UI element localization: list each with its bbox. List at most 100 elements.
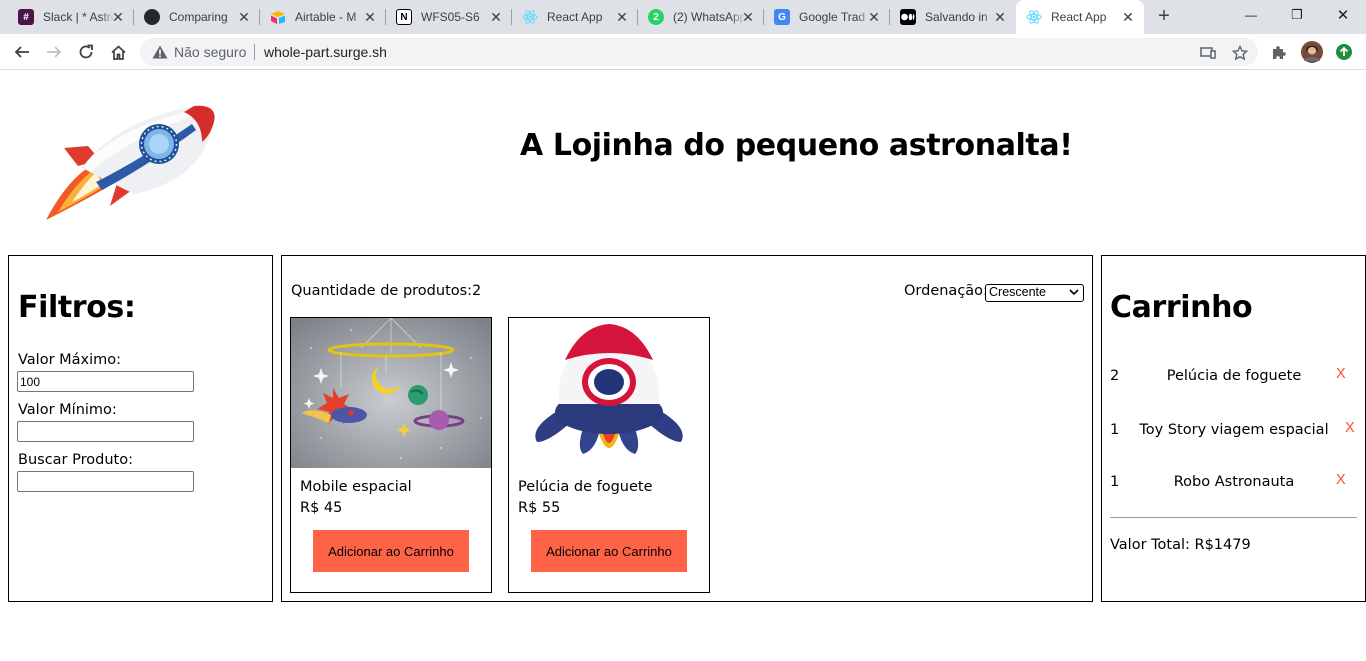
github-icon bbox=[144, 9, 160, 25]
close-tab-icon[interactable]: ✕ bbox=[866, 9, 882, 25]
arrow-right-icon bbox=[47, 46, 62, 58]
filters-heading: Filtros: bbox=[18, 290, 136, 325]
product-price: R$ 55 bbox=[518, 500, 561, 516]
product-price: R$ 45 bbox=[300, 500, 343, 516]
react-icon bbox=[522, 9, 538, 25]
cart-item-name: Toy Story viagem espacial bbox=[1139, 422, 1329, 438]
url-text[interactable]: whole-part.surge.sh bbox=[264, 44, 387, 60]
close-tab-icon[interactable]: ✕ bbox=[362, 9, 378, 25]
profile-button[interactable] bbox=[1299, 39, 1325, 65]
page-content: A Lojinha do pequeno astronalta! Filtros… bbox=[0, 70, 1366, 661]
avatar bbox=[1301, 41, 1323, 63]
product-name: Pelúcia de foguete bbox=[518, 479, 653, 495]
warning-icon bbox=[152, 45, 168, 59]
tab-title: React App bbox=[1051, 10, 1107, 24]
cart-heading: Carrinho bbox=[1110, 290, 1253, 325]
min-value-label: Valor Mínimo: bbox=[18, 402, 117, 418]
cart-item-quantity: 2 bbox=[1110, 368, 1120, 384]
add-to-cart-button[interactable]: Adicionar ao Carrinho bbox=[313, 530, 469, 572]
rocket-logo bbox=[44, 102, 220, 226]
arrow-left-icon bbox=[14, 46, 29, 58]
close-tab-icon[interactable]: ✕ bbox=[614, 9, 630, 25]
tab-title: Slack | * Astro bbox=[43, 10, 115, 24]
remove-item-button[interactable]: X bbox=[1336, 472, 1346, 488]
browser-tab-github[interactable]: Comparing ✕ bbox=[134, 0, 260, 34]
cart-item-quantity: 1 bbox=[1110, 474, 1120, 490]
search-product-label: Buscar Produto: bbox=[18, 452, 133, 468]
airtable-icon bbox=[270, 9, 286, 25]
reload-button[interactable] bbox=[73, 39, 99, 65]
sort-select[interactable]: Crescente bbox=[985, 284, 1084, 302]
product-card: Pelúcia de foguete R$ 55 Adicionar ao Ca… bbox=[508, 317, 710, 593]
cart-panel: Carrinho 2 Pelúcia de foguete X 1 Toy St… bbox=[1101, 255, 1366, 602]
close-tab-icon[interactable]: ✕ bbox=[110, 9, 126, 25]
browser-toolbar: Não seguro whole-part.surge.sh bbox=[0, 34, 1366, 70]
tab-title: Comparing bbox=[169, 10, 228, 24]
remove-item-button[interactable]: X bbox=[1345, 420, 1355, 436]
puzzle-icon bbox=[1273, 46, 1286, 59]
new-tab-button[interactable]: + bbox=[1153, 6, 1175, 28]
tab-title: Airtable - M bbox=[295, 10, 357, 24]
chevron-down-icon bbox=[1069, 289, 1079, 296]
close-window-button[interactable]: ✕ bbox=[1320, 0, 1366, 30]
sort-select-value: Crescente bbox=[989, 285, 1046, 299]
page-title: A Lojinha do pequeno astronalta! bbox=[520, 128, 1073, 163]
extensions-button[interactable] bbox=[1266, 39, 1292, 65]
max-value-input[interactable] bbox=[17, 371, 194, 392]
close-tab-icon[interactable]: ✕ bbox=[236, 9, 252, 25]
add-to-cart-button[interactable]: Adicionar ao Carrinho bbox=[531, 530, 687, 572]
tab-title: WFS05-S6 bbox=[421, 10, 480, 24]
filters-panel: Filtros: Valor Máximo: Valor Mínimo: Bus… bbox=[8, 255, 273, 602]
browser-tab-notion[interactable]: N WFS05-S6 ✕ bbox=[386, 0, 512, 34]
tab-title: (2) WhatsApp bbox=[673, 10, 745, 24]
sort-label: Ordenação: bbox=[904, 283, 988, 299]
slack-icon: # bbox=[18, 9, 34, 25]
cart-item-name: Pelúcia de foguete bbox=[1166, 368, 1302, 384]
browser-tab-whatsapp[interactable]: 2 (2) WhatsApp ✕ bbox=[638, 0, 764, 34]
browser-tab-airtable[interactable]: Airtable - M ✕ bbox=[260, 0, 386, 34]
browser-tab-slack[interactable]: # Slack | * Astro ✕ bbox=[8, 0, 134, 34]
product-card: Mobile espacial R$ 45 Adicionar ao Carri… bbox=[290, 317, 492, 593]
update-button[interactable] bbox=[1331, 39, 1357, 65]
cart-item: 2 Pelúcia de foguete X bbox=[1110, 366, 1358, 390]
close-tab-icon[interactable]: ✕ bbox=[1120, 9, 1136, 25]
cart-item: 1 Toy Story viagem espacial X bbox=[1110, 420, 1358, 444]
reload-icon bbox=[79, 44, 93, 59]
update-arrow-icon bbox=[1336, 44, 1352, 60]
cart-item: 1 Robo Astronauta X bbox=[1110, 472, 1358, 496]
whatsapp-icon: 2 bbox=[648, 9, 664, 25]
security-status[interactable]: Não seguro bbox=[174, 44, 246, 60]
close-tab-icon[interactable]: ✕ bbox=[992, 9, 1008, 25]
tab-title: Salvando in bbox=[925, 10, 988, 24]
product-image-plush-rocket bbox=[509, 318, 709, 468]
browser-tab-react-app[interactable]: React App ✕ bbox=[512, 0, 638, 34]
address-bar[interactable]: Não seguro whole-part.surge.sh bbox=[140, 38, 1258, 66]
product-image-mobile bbox=[291, 318, 491, 468]
browser-tab-medium[interactable]: Salvando in ✕ bbox=[890, 0, 1016, 34]
cart-total: Valor Total: R$1479 bbox=[1110, 537, 1251, 553]
browser-tab-google-translate[interactable]: G Google Trad ✕ bbox=[764, 0, 890, 34]
home-icon bbox=[110, 44, 126, 60]
cast-icon[interactable] bbox=[1198, 43, 1218, 63]
star-icon[interactable] bbox=[1230, 43, 1250, 63]
minimize-button[interactable]: — bbox=[1228, 0, 1274, 30]
forward-button[interactable] bbox=[41, 39, 67, 65]
product-name: Mobile espacial bbox=[300, 479, 412, 495]
react-icon bbox=[1026, 9, 1042, 25]
browser-tab-react-app-active[interactable]: React App ✕ bbox=[1016, 0, 1144, 34]
search-product-input[interactable] bbox=[17, 471, 194, 492]
close-tab-icon[interactable]: ✕ bbox=[740, 9, 756, 25]
home-button[interactable] bbox=[105, 39, 131, 65]
restore-button[interactable]: ❐ bbox=[1274, 0, 1320, 30]
min-value-input[interactable] bbox=[17, 421, 194, 442]
back-button[interactable] bbox=[9, 39, 35, 65]
notion-icon: N bbox=[396, 9, 412, 25]
tab-title: Google Trad bbox=[799, 10, 866, 24]
product-count: Quantidade de produtos:2 bbox=[291, 283, 482, 299]
close-tab-icon[interactable]: ✕ bbox=[488, 9, 504, 25]
google-translate-icon: G bbox=[774, 9, 790, 25]
cart-divider bbox=[1110, 517, 1357, 518]
remove-item-button[interactable]: X bbox=[1336, 366, 1346, 382]
browser-tab-strip: # Slack | * Astro ✕ Comparing ✕ Airtable… bbox=[0, 0, 1366, 34]
max-value-label: Valor Máximo: bbox=[18, 352, 122, 368]
